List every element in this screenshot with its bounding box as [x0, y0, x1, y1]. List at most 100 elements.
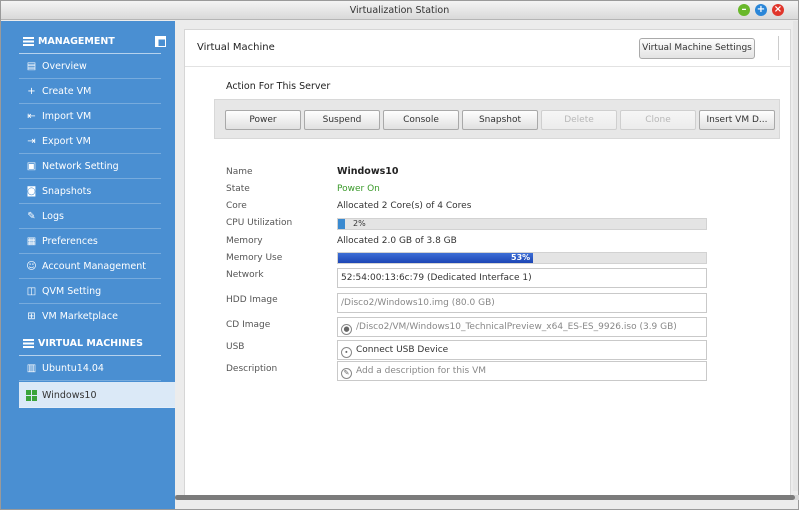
marketplace-icon: ⊞	[27, 311, 36, 322]
action-toolbar: Power Suspend Console Snapshot Delete Cl…	[214, 99, 780, 139]
description-field[interactable]: ✎ Add a description for this VM	[337, 361, 707, 381]
qvm-icon: ◫	[26, 286, 37, 297]
cpu-utilization-bar: 2%	[337, 218, 707, 230]
ubuntu-icon: ▥	[26, 363, 37, 374]
hdd-image-field[interactable]: /Disco2/Windows10.img (80.0 GB)	[337, 293, 707, 313]
management-heading[interactable]: MANAGEMENT	[1, 28, 175, 54]
plus-icon: +	[27, 86, 36, 97]
description-placeholder: Add a description for this VM	[356, 366, 487, 376]
memory-value: Allocated 2.0 GB of 3.8 GB	[337, 236, 457, 246]
sidebar-item-account-management[interactable]: ☺ Account Management	[19, 254, 161, 279]
maximize-icon[interactable]: +	[755, 4, 767, 16]
sidebar-item-overview[interactable]: ▤ Overview	[19, 54, 161, 79]
cpu-utilization-text: 2%	[353, 219, 366, 228]
sidebar-item-logs[interactable]: ✎ Logs	[19, 204, 161, 229]
cpu-utilization-fill	[338, 219, 346, 229]
vm-state: Power On	[337, 184, 380, 194]
hdd-image-label: HDD Image	[226, 295, 278, 305]
menu-icon	[23, 339, 34, 348]
logs-icon: ✎	[27, 211, 36, 222]
cd-image-value: /Disco2/VM/Windows10_TechnicalPreview_x6…	[356, 322, 677, 332]
sidebar-item-label: Account Management	[42, 261, 146, 272]
sidebar-item-vm-marketplace[interactable]: ⊞ VM Marketplace	[19, 304, 161, 329]
close-icon[interactable]: ×	[772, 4, 784, 16]
cpu-utilization-label: CPU Utilization	[226, 218, 293, 228]
delete-button[interactable]: Delete	[541, 110, 617, 130]
sidebar-item-label: Logs	[42, 211, 64, 222]
core-value: Allocated 2 Core(s) of 4 Cores	[337, 201, 472, 211]
virtual-machines-heading[interactable]: VIRTUAL MACHINES	[1, 330, 175, 356]
sidebar-item-export-vm[interactable]: ⇥ Export VM	[19, 129, 161, 154]
console-button[interactable]: Console	[383, 110, 459, 130]
action-section-title: Action For This Server	[226, 81, 331, 92]
header-divider	[778, 36, 779, 60]
suspend-button[interactable]: Suspend	[304, 110, 380, 130]
layout-toggle-icon[interactable]	[155, 36, 166, 47]
sidebar-item-import-vm[interactable]: ⇤ Import VM	[19, 104, 161, 129]
cd-image-label: CD Image	[226, 320, 271, 330]
network-field[interactable]: 52:54:00:13:6c:79 (Dedicated Interface 1…	[337, 268, 707, 288]
vm-name: Windows10	[337, 166, 399, 177]
memory-use-fill	[338, 253, 534, 263]
usb-field[interactable]: ∙ Connect USB Device	[337, 340, 707, 360]
power-button[interactable]: Power	[225, 110, 301, 130]
horizontal-scrollbar-thumb[interactable]	[175, 495, 795, 500]
sidebar: MANAGEMENT ▤ Overview + Create VM ⇤ Impo…	[1, 21, 175, 509]
disc-icon: ●	[341, 324, 352, 335]
usb-value: Connect USB Device	[356, 345, 449, 355]
management-heading-label: MANAGEMENT	[38, 36, 115, 47]
sidebar-item-qvm-setting[interactable]: ◫ QVM Setting	[19, 279, 161, 304]
horizontal-scrollbar[interactable]	[175, 495, 799, 500]
sidebar-item-label: Overview	[42, 61, 87, 72]
main-header: Virtual Machine Virtual Machine Settings	[185, 30, 790, 67]
menu-icon	[23, 37, 34, 46]
account-icon: ☺	[26, 261, 37, 272]
usb-icon: ∙	[341, 347, 352, 358]
cd-image-field[interactable]: ● /Disco2/VM/Windows10_TechnicalPreview_x…	[337, 317, 707, 337]
vm-settings-button[interactable]: Virtual Machine Settings	[639, 38, 755, 59]
window-title: Virtualization Station	[349, 5, 450, 16]
sidebar-item-label: Windows10	[42, 390, 97, 401]
sidebar-item-label: QVM Setting	[42, 286, 102, 297]
clone-button[interactable]: Clone	[620, 110, 696, 130]
windows-icon	[26, 390, 37, 401]
document-icon: ▤	[26, 61, 37, 72]
app-window: Virtualization Station – + × MANAGEMENT …	[0, 0, 799, 510]
snapshot-button[interactable]: Snapshot	[462, 110, 538, 130]
memory-use-label: Memory Use	[226, 253, 283, 263]
sidebar-item-label: Import VM	[42, 111, 92, 122]
camera-icon: ◙	[26, 186, 37, 197]
sidebar-item-label: Snapshots	[42, 186, 92, 197]
minimize-icon[interactable]: –	[738, 4, 750, 16]
vertical-scrollbar[interactable]	[793, 21, 798, 491]
sidebar-item-preferences[interactable]: ▦ Preferences	[19, 229, 161, 254]
sidebar-item-label: Ubuntu14.04	[42, 363, 104, 374]
network-icon: ▣	[26, 161, 37, 172]
edit-icon: ✎	[341, 368, 352, 379]
sidebar-item-network-setting[interactable]: ▣ Network Setting	[19, 154, 161, 179]
sidebar-item-create-vm[interactable]: + Create VM	[19, 79, 161, 104]
memory-use-text: 53%	[511, 253, 531, 262]
memory-use-bar: 53%	[337, 252, 707, 264]
sidebar-item-label: VM Marketplace	[42, 311, 118, 322]
sidebar-item-snapshots[interactable]: ◙ Snapshots	[19, 179, 161, 204]
name-label: Name	[226, 167, 253, 177]
import-icon: ⇤	[27, 111, 36, 122]
description-label: Description	[226, 364, 278, 374]
sidebar-item-label: Export VM	[42, 136, 91, 147]
preferences-icon: ▦	[26, 236, 37, 247]
page-title: Virtual Machine	[197, 42, 275, 53]
title-bar: Virtualization Station – + ×	[1, 1, 798, 20]
export-icon: ⇥	[27, 136, 36, 147]
sidebar-item-windows10[interactable]: Windows10	[19, 382, 175, 408]
usb-label: USB	[226, 342, 245, 352]
sidebar-item-label: Network Setting	[42, 161, 119, 172]
state-label: State	[226, 184, 250, 194]
network-label: Network	[226, 270, 264, 280]
core-label: Core	[226, 201, 247, 211]
sidebar-item-ubuntu[interactable]: ▥ Ubuntu14.04	[19, 356, 161, 381]
sidebar-item-label: Preferences	[42, 236, 98, 247]
memory-label: Memory	[226, 236, 263, 246]
insert-vm-disk-button[interactable]: Insert VM D...	[699, 110, 775, 130]
sidebar-item-label: Create VM	[42, 86, 92, 97]
